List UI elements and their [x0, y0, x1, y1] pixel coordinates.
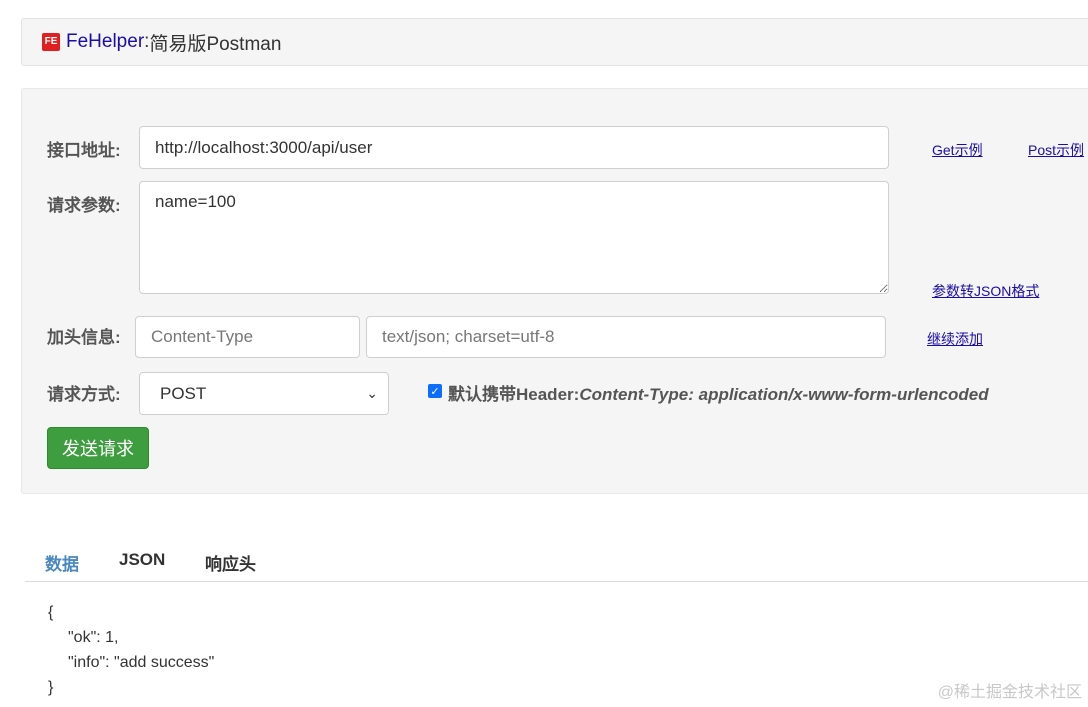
response-tabs: 数据 JSON 响应头 — [25, 540, 1088, 582]
header-key-input[interactable] — [135, 316, 360, 358]
tab-json[interactable]: JSON — [119, 550, 165, 570]
add-header-link[interactable]: 继续添加 — [927, 329, 983, 349]
watermark: @稀土掘金技术社区 — [937, 684, 1082, 701]
headers-label: 加头信息: — [47, 328, 121, 347]
params-label: 请求参数: — [47, 196, 121, 215]
url-label: 接口地址: — [47, 141, 121, 160]
header-value-input[interactable] — [366, 316, 886, 358]
page: FE FeHelper : 简易版Postman 接口地址: Get示例 Pos… — [0, 0, 1088, 707]
page-title: 简易版Postman — [149, 33, 282, 55]
json-open-brace: { — [48, 604, 54, 621]
method-label: 请求方式: — [47, 385, 121, 404]
chevron-down-icon: ⌄ — [366, 385, 378, 401]
json-line: "info": "add success" — [68, 654, 215, 671]
params-to-json-link[interactable]: 参数转JSON格式 — [932, 281, 1039, 301]
tab-data[interactable]: 数据 — [45, 550, 79, 575]
fehelper-logo-icon: FE — [42, 33, 60, 51]
app-header: FE FeHelper : 简易版Postman — [21, 18, 1088, 66]
json-close-brace: } — [48, 679, 54, 696]
post-example-link[interactable]: Post示例 — [1028, 140, 1084, 160]
response-body: { "ok": 1, "info": "add success" } — [48, 600, 214, 700]
method-selected-value: POST — [160, 383, 207, 403]
brand-name: FeHelper — [66, 31, 145, 52]
url-input[interactable] — [139, 126, 889, 169]
default-header-label: 默认携带Header: — [448, 385, 580, 404]
get-example-link[interactable]: Get示例 — [932, 140, 983, 160]
default-header-checkbox[interactable]: ✓ — [428, 384, 442, 398]
json-line: "ok": 1, — [68, 629, 119, 646]
params-textarea[interactable]: name=100 — [139, 181, 889, 294]
method-select[interactable]: POST ⌄ — [139, 372, 389, 415]
send-request-button[interactable]: 发送请求 — [47, 427, 149, 469]
default-header-text: 默认携带Header:Content-Type: application/x-w… — [448, 380, 989, 405]
tab-response-headers[interactable]: 响应头 — [205, 550, 256, 575]
request-form-panel: 接口地址: Get示例 Post示例 请求参数: name=100 参数转JSO… — [21, 88, 1088, 494]
default-header-value: Content-Type: application/x-www-form-url… — [579, 385, 989, 404]
